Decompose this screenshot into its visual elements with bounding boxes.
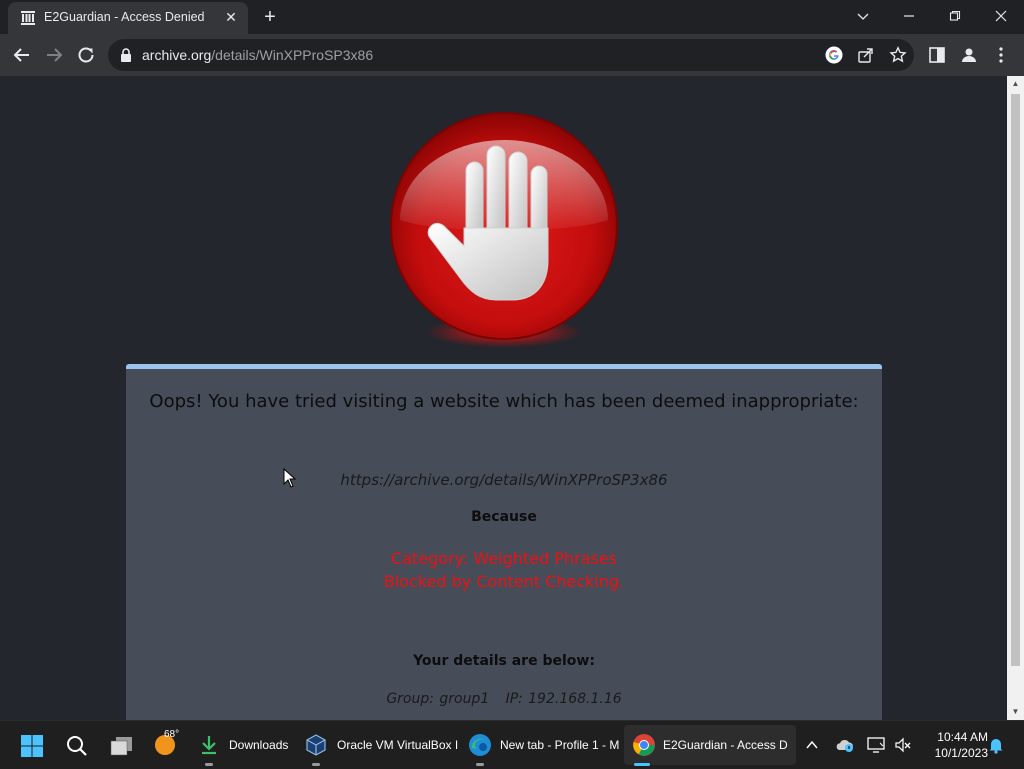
browser-tab[interactable]: E2Guardian - Access Denied ✕ (8, 2, 248, 34)
display-icon[interactable] (866, 735, 886, 755)
archive-favicon-icon (21, 11, 35, 25)
message-panel: Oops! You have tried visiting a website … (126, 364, 882, 720)
scroll-up-icon[interactable]: ▲ (1007, 76, 1024, 92)
close-icon[interactable]: ✕ (222, 8, 240, 26)
clock[interactable]: 10:44 AM 10/1/2023 (918, 729, 988, 761)
because-label: Because (471, 509, 537, 525)
running-indicator (476, 763, 484, 766)
plus-icon[interactable]: + (259, 6, 281, 28)
url-text[interactable]: archive.org/details/WinXPProSP3x86 (142, 47, 373, 63)
scroll-down-icon[interactable]: ▼ (1007, 704, 1024, 720)
onedrive-icon[interactable] (835, 736, 855, 754)
taskbar: 68° Downloads Oracle VM VirtualBox I New… (0, 720, 1024, 769)
taskbar-label: Downloads (229, 738, 289, 752)
user-details: Group: group1 IP: 192.168.1.16 (126, 691, 882, 707)
mouse-cursor-icon (283, 468, 297, 488)
scroll-thumb[interactable] (1011, 94, 1020, 666)
reload-icon[interactable] (74, 43, 98, 67)
downloads-icon (202, 736, 216, 755)
chevron-down-icon[interactable] (840, 0, 886, 32)
profile-icon[interactable] (960, 46, 978, 64)
block-heading: Oops! You have tried visiting a website … (149, 391, 859, 412)
clock-date: 10/1/2023 (934, 746, 988, 760)
stop-hand-icon (390, 112, 618, 348)
close-window-icon[interactable] (978, 0, 1024, 32)
running-indicator (205, 763, 213, 766)
virtualbox-icon (306, 734, 326, 756)
ip-value: IP: 192.168.1.16 (505, 691, 622, 707)
details-heading: Your details are below: (413, 653, 595, 669)
google-icon[interactable] (825, 46, 843, 64)
taskbar-label: E2Guardian - Access D (663, 738, 788, 752)
share-icon[interactable] (857, 46, 875, 64)
volume-muted-icon[interactable] (893, 735, 913, 755)
blocked-page: Oops! You have tried visiting a website … (0, 76, 1007, 720)
blocked-url: https://archive.org/details/WinXPProSP3x… (340, 471, 668, 489)
forward-icon[interactable] (42, 43, 66, 67)
chevron-up-icon[interactable] (805, 738, 819, 752)
more-icon[interactable] (992, 46, 1010, 64)
lock-icon[interactable] (120, 48, 132, 62)
taskbar-label: Oracle VM VirtualBox I (337, 738, 459, 752)
browser-toolbar: archive.org/details/WinXPProSP3x86 (0, 34, 1024, 76)
search-icon[interactable] (65, 734, 89, 758)
tab-title: E2Guardian - Access Denied (44, 10, 205, 24)
weather-temp: 68° (164, 729, 180, 740)
star-icon[interactable] (889, 46, 907, 64)
side-panel-icon[interactable] (928, 46, 946, 64)
page-scrollbar[interactable]: ▲ ▼ (1007, 76, 1024, 720)
clock-time: 10:44 AM (937, 730, 988, 744)
windows-start-icon[interactable] (20, 734, 44, 758)
block-reason: Blocked by Content Checking. (383, 572, 625, 591)
back-icon[interactable] (10, 43, 34, 67)
active-indicator (634, 763, 650, 766)
task-view-icon[interactable] (109, 734, 135, 758)
block-category: Category: Weighted Phrases (391, 549, 617, 568)
minimize-icon[interactable] (886, 0, 932, 32)
chrome-icon (633, 734, 655, 756)
running-indicator (312, 763, 320, 766)
weather-widget[interactable]: 68° (152, 721, 186, 769)
taskbar-label: New tab - Profile 1 - M (500, 738, 620, 752)
restore-icon[interactable] (932, 0, 978, 32)
group-value: Group: group1 (386, 691, 490, 707)
taskbar-edge[interactable]: New tab - Profile 1 - M (466, 721, 624, 769)
address-bar[interactable]: archive.org/details/WinXPProSP3x86 (108, 39, 914, 71)
taskbar-downloads[interactable]: Downloads (195, 721, 295, 769)
edge-icon (469, 734, 491, 756)
title-bar: E2Guardian - Access Denied ✕ + (0, 0, 1024, 34)
taskbar-chrome-active[interactable]: E2Guardian - Access D (624, 725, 796, 766)
taskbar-virtualbox[interactable]: Oracle VM VirtualBox I (302, 721, 462, 769)
bell-icon[interactable] (988, 736, 1004, 754)
